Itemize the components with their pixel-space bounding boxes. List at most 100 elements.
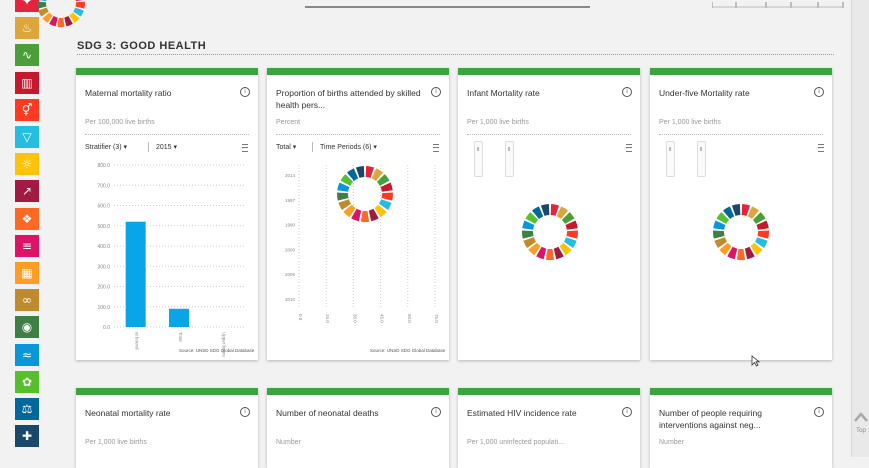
- indicator-card-births-attended[interactable]: Proportion of births attended by skilled…: [267, 68, 449, 360]
- sdg-goal-3-icon[interactable]: ∿: [15, 44, 39, 67]
- wheel-segment: [75, 1, 85, 9]
- sdg-goal-14-icon[interactable]: ≈: [15, 343, 39, 366]
- wheel-segment: [381, 192, 393, 201]
- top-progress-bar: [305, 6, 590, 8]
- y-tick-label: 800.0: [97, 163, 110, 169]
- card-unit: Per 1,000 live births: [85, 439, 147, 446]
- wheel-segment: [757, 230, 769, 239]
- year-dropdown[interactable]: 2015 ▾: [156, 143, 177, 151]
- card-title: Proportion of births attended by skilled…: [276, 88, 421, 110]
- bar-at-bound: [125, 221, 146, 327]
- card-unit: Per 1,000 uninfected populati...: [467, 439, 564, 446]
- y-tick-label: 2010: [285, 297, 296, 302]
- section-title: SDG 3: GOOD HEALTH: [77, 40, 207, 52]
- y-tick-label: 200.0: [97, 285, 110, 291]
- indicator-card-neonatal-mortality[interactable]: Neonatal mortality rate i Per 1,000 live…: [76, 388, 258, 468]
- filter-slider[interactable]: [474, 141, 483, 177]
- wheel-segment: [360, 210, 370, 222]
- loading-spinner: [713, 204, 769, 260]
- menu-icon[interactable]: [818, 144, 824, 152]
- info-icon[interactable]: i: [240, 87, 250, 97]
- y-tick-label: 100.0: [97, 305, 110, 311]
- right-edge-panel: [851, 0, 869, 457]
- indicator-card-neglected-diseases[interactable]: Number of people requiring interventions…: [650, 388, 832, 468]
- menu-icon[interactable]: [242, 144, 248, 152]
- sdg-goal-11-icon[interactable]: ▦: [15, 262, 39, 284]
- wheel-segment: [57, 17, 65, 28]
- filter-slider[interactable]: [666, 141, 675, 177]
- info-icon[interactable]: i: [431, 87, 441, 97]
- loading-spinner: [337, 166, 393, 222]
- y-tick-label: 2000: [285, 247, 296, 252]
- sdg-goal-8-icon[interactable]: ↗: [15, 180, 39, 203]
- indicator-card-maternal-mortality[interactable]: Maternal mortality ratio i Per 100,000 l…: [76, 68, 258, 360]
- card-divider: [276, 134, 440, 135]
- maternal-mortality-chart: 0.0 100.0 200.0 300.0 400.0 500.0 600.0 700.0 80…: [97, 163, 244, 357]
- info-icon[interactable]: i: [622, 87, 632, 97]
- card-title: Infant Mortality rate: [467, 88, 540, 98]
- sdg-goal-10-icon[interactable]: ≡: [15, 234, 39, 257]
- y-tick-label: 600.0: [97, 204, 110, 210]
- card-divider: [659, 134, 823, 135]
- info-icon[interactable]: i: [431, 407, 441, 417]
- indicator-card-under-five-mortality[interactable]: Under-five Mortality rate i Per 1,000 li…: [650, 68, 832, 360]
- wheel-segment: [75, 0, 84, 2]
- sdg-goal-7-icon[interactable]: ☼: [15, 153, 39, 176]
- filter-slider[interactable]: [505, 141, 514, 177]
- card-title: Number of neonatal deaths: [276, 408, 379, 418]
- info-icon[interactable]: i: [240, 407, 250, 417]
- y-tick-label: 0.0: [103, 325, 110, 331]
- x-tick-label: Total: [178, 332, 183, 342]
- card-unit: Percent: [276, 119, 301, 126]
- sdg-goal-15-icon[interactable]: ✿: [15, 370, 39, 393]
- card-title: Estimated HIV incidence rate: [467, 408, 577, 418]
- filter-slider[interactable]: [697, 141, 706, 177]
- sdg-goal-13-icon[interactable]: ◉: [15, 316, 39, 339]
- time-periods-dropdown[interactable]: Time Periods (6) ▾: [320, 143, 377, 151]
- x-tick-label: 15.0: [325, 314, 330, 323]
- filter-separator: [312, 142, 313, 152]
- sdg-goal-strip: ✦ ♨ ∿ ▥ ⚥ ▽ ☼ ↗ ❖ ≡ ▦ ∞ ◉ ≈ ✿ ⚖ ✚: [15, 0, 39, 457]
- total-dropdown[interactable]: Total ▾: [276, 143, 296, 151]
- sdg-goal-9-icon[interactable]: ❖: [15, 207, 39, 230]
- card-unit: Number: [659, 439, 684, 446]
- y-tick-label: 2014: [285, 173, 296, 178]
- sdg-goal-16-icon[interactable]: ⚖: [15, 398, 39, 420]
- x-tick-label: 75.0: [434, 314, 439, 323]
- wheel-segment: [713, 230, 725, 239]
- menu-icon[interactable]: [626, 144, 632, 152]
- scroll-top-label: Top: [856, 428, 866, 434]
- card-title: Neonatal mortality rate: [85, 408, 171, 418]
- card-title: Number of people requiring interventions…: [659, 408, 763, 430]
- wheel-segment: [566, 230, 578, 239]
- info-icon[interactable]: i: [814, 87, 824, 97]
- info-icon[interactable]: i: [814, 407, 824, 417]
- stratifier-dropdown[interactable]: Stratifier (3) ▾: [85, 143, 127, 151]
- section-divider: [77, 54, 834, 55]
- y-tick-label: 400.0: [97, 244, 110, 250]
- sdg-goal-6-icon[interactable]: ▽: [15, 126, 39, 148]
- chevron-up-icon: [854, 412, 868, 422]
- scroll-top-button[interactable]: Top: [853, 410, 869, 434]
- sdg-goal-5-icon[interactable]: ⚥: [15, 98, 39, 121]
- sdg-goal-17-icon[interactable]: ✚: [15, 425, 39, 448]
- indicator-card-infant-mortality[interactable]: Infant Mortality rate i Per 1,000 live b…: [458, 68, 640, 360]
- top-toolbar-ticks: [712, 2, 844, 8]
- info-icon[interactable]: i: [622, 407, 632, 417]
- sdg-goal-4-icon[interactable]: ▥: [15, 71, 39, 94]
- y-tick-label: 500.0: [97, 224, 110, 230]
- x-tick-label: 60.0: [407, 314, 412, 323]
- chart-source: Source: UNSD SDG Global Database: [370, 348, 446, 353]
- card-unit: Per 1,000 live births: [659, 119, 721, 126]
- indicator-card-hiv-incidence[interactable]: Estimated HIV incidence rate i Per 1,000…: [458, 388, 640, 468]
- card-title: Maternal mortality ratio: [85, 88, 172, 98]
- y-tick-label: 1997: [285, 198, 296, 203]
- mouse-cursor-icon: [751, 355, 760, 367]
- menu-icon[interactable]: [433, 144, 439, 152]
- indicator-card-neonatal-deaths[interactable]: Number of neonatal deaths i Number: [267, 388, 449, 468]
- x-tick-label: Upper bound: [221, 332, 226, 357]
- x-tick-label: 45.0: [380, 314, 385, 323]
- card-divider: [85, 134, 249, 135]
- y-tick-label: 2005: [285, 272, 296, 277]
- sdg-goal-12-icon[interactable]: ∞: [15, 289, 39, 312]
